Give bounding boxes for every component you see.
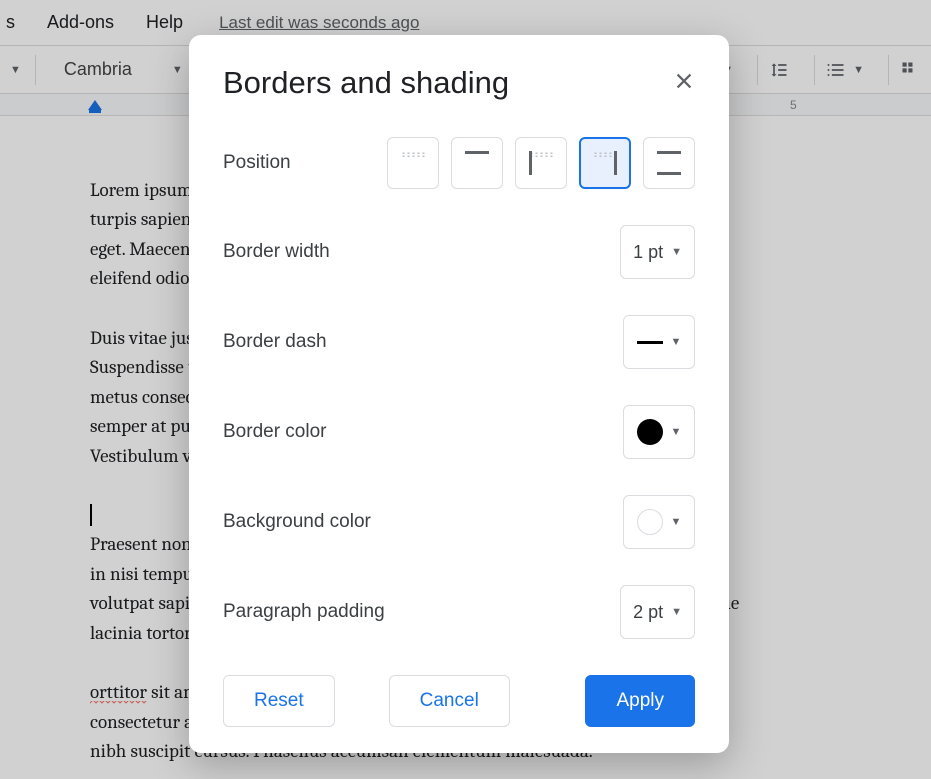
row-paragraph-padding: Paragraph padding 2 pt ▼ [223,585,695,639]
color-swatch-black-icon [637,419,663,445]
chevron-down-icon: ▼ [671,516,682,528]
borders-shading-dialog: Borders and shading Position [189,35,729,753]
label-background-color: Background color [223,511,371,533]
cancel-button[interactable]: Cancel [389,675,510,727]
reset-button[interactable]: Reset [223,675,335,727]
dialog-title: Borders and shading [223,65,509,101]
background-color-select[interactable]: ▼ [623,495,695,549]
dash-solid-icon [637,341,663,344]
position-group [387,137,695,189]
paragraph-padding-value: 2 pt [633,602,663,623]
border-width-select[interactable]: 1 pt ▼ [620,225,695,279]
chevron-down-icon: ▼ [671,246,682,258]
chevron-down-icon: ▼ [671,336,682,348]
paragraph-padding-select[interactable]: 2 pt ▼ [620,585,695,639]
color-swatch-white-icon [637,509,663,535]
row-border-color: Border color ▼ [223,405,695,459]
chevron-down-icon: ▼ [671,426,682,438]
apply-button[interactable]: Apply [585,675,695,727]
position-right-button[interactable] [579,137,631,189]
label-position: Position [223,152,291,174]
label-border-color: Border color [223,421,327,443]
label-border-width: Border width [223,241,330,263]
position-top-button[interactable] [451,137,503,189]
row-position: Position [223,137,695,189]
chevron-down-icon: ▼ [671,606,682,618]
row-border-width: Border width 1 pt ▼ [223,225,695,279]
row-background-color: Background color ▼ [223,495,695,549]
position-between-button[interactable] [643,137,695,189]
border-color-select[interactable]: ▼ [623,405,695,459]
position-none-button[interactable] [387,137,439,189]
dialog-button-row: Reset Cancel Apply [223,675,695,727]
row-border-dash: Border dash ▼ [223,315,695,369]
label-paragraph-padding: Paragraph padding [223,601,385,623]
label-border-dash: Border dash [223,331,327,353]
border-dash-select[interactable]: ▼ [623,315,695,369]
border-width-value: 1 pt [633,242,663,263]
close-icon[interactable] [673,70,695,96]
position-left-button[interactable] [515,137,567,189]
